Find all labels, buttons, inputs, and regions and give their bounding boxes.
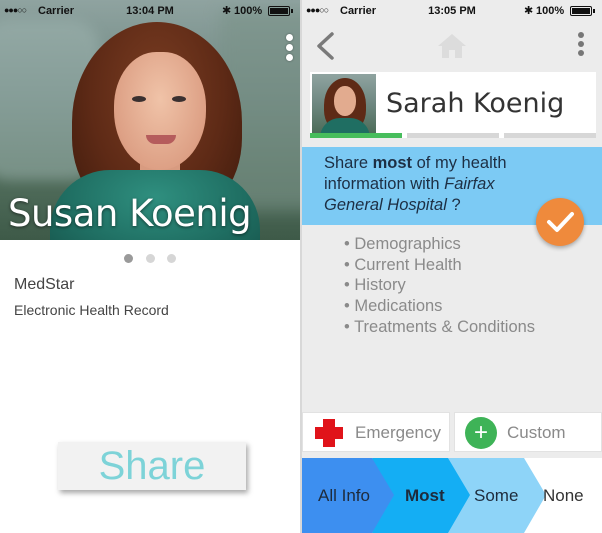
red-cross-icon — [315, 419, 343, 447]
list-item: Medications — [344, 296, 535, 317]
confirm-button[interactable] — [536, 198, 584, 246]
checkmark-icon — [547, 212, 574, 232]
list-item: Treatments & Conditions — [344, 317, 535, 338]
level-all-label[interactable]: All Info — [318, 486, 370, 506]
tab-indicator[interactable] — [310, 133, 402, 138]
level-some-label[interactable]: Some — [474, 486, 518, 506]
page-dot — [124, 254, 134, 263]
battery-percent: 100% — [536, 5, 565, 17]
chevron-left-icon[interactable] — [314, 32, 336, 60]
emergency-label: Emergency — [355, 423, 441, 442]
page-dot — [166, 254, 176, 263]
page-dot — [145, 254, 155, 263]
status-bar: ●●●○○ Carrier 13:04 PM ✱ 100% — [0, 0, 300, 22]
top-nav — [302, 22, 602, 68]
level-none-label[interactable]: None — [543, 486, 584, 506]
person-name: Susan Koenig — [8, 192, 252, 235]
level-most-label[interactable]: Most — [405, 486, 445, 506]
provider-name: MedStar — [14, 276, 75, 293]
bluetooth-icon: ✱ — [222, 5, 232, 17]
profile-photo[interactable]: Susan Koenig — [0, 0, 300, 240]
bluetooth-icon: ✱ — [524, 5, 534, 17]
custom-label: Custom — [507, 423, 566, 442]
preset-actions: Emergency + Custom — [302, 410, 602, 452]
profile-header[interactable]: Sarah Koenig — [310, 72, 596, 138]
battery-percent: 100% — [234, 5, 263, 17]
more-vertical-icon[interactable] — [576, 32, 586, 62]
record-type: Electronic Health Record — [14, 302, 169, 318]
shared-categories-list: Demographics Current Health History Medi… — [344, 234, 535, 338]
home-icon[interactable] — [436, 32, 468, 60]
avatar — [312, 74, 376, 134]
list-item: Demographics — [344, 234, 535, 255]
profile-name: Sarah Koenig — [386, 88, 565, 119]
tab-indicator[interactable] — [407, 133, 499, 138]
more-vertical-icon[interactable] — [284, 34, 294, 64]
battery-icon — [570, 6, 595, 16]
right-phone-screen: ●●●○○ Carrier 13:05 PM ✱ 100% Sarah Koen… — [302, 0, 602, 533]
battery-icon — [268, 6, 293, 16]
profile-tab-strip[interactable] — [310, 133, 596, 138]
page-indicator[interactable] — [0, 250, 300, 268]
custom-button[interactable]: + Custom — [454, 412, 602, 452]
plus-circle-icon: + — [465, 417, 497, 449]
list-item: Current Health — [344, 255, 535, 276]
left-phone-screen: Susan Koenig ●●●○○ Carrier 13:04 PM ✱ 10… — [0, 0, 300, 533]
emergency-button[interactable]: Emergency — [302, 412, 450, 452]
list-item: History — [344, 275, 535, 296]
share-summary-text: Share most of my health information with… — [324, 154, 507, 214]
status-bar: ●●●○○ Carrier 13:05 PM ✱ 100% — [302, 0, 602, 22]
share-level-selector: All Info Most Some None — [302, 458, 602, 533]
tab-indicator[interactable] — [504, 133, 596, 138]
share-button[interactable]: Share — [58, 442, 246, 490]
